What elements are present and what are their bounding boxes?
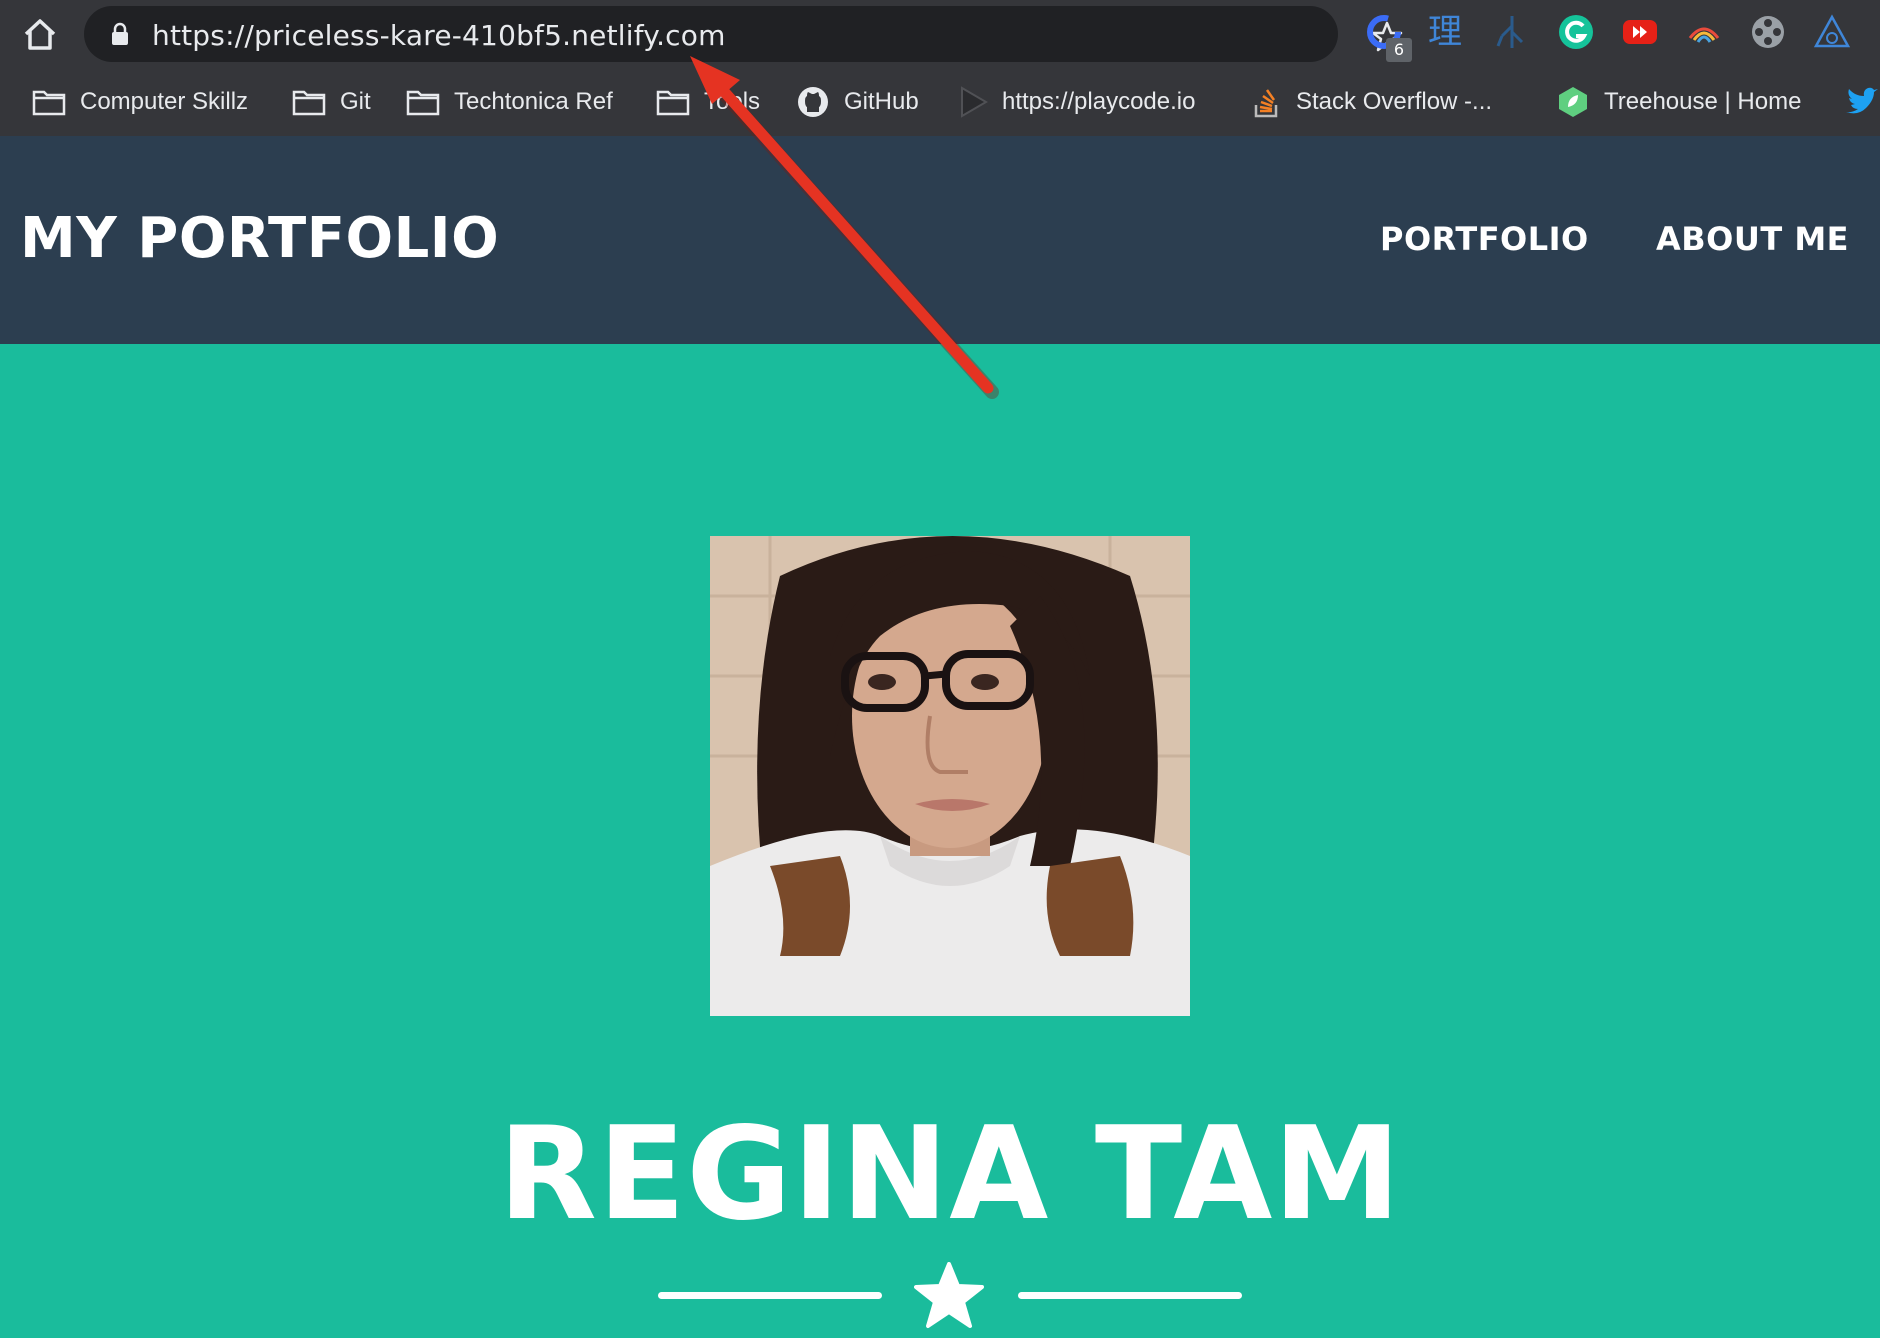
- home-icon[interactable]: [20, 16, 60, 52]
- site-navbar: MY PORTFOLIO PORTFOLIO ABOUT ME: [0, 136, 1880, 344]
- bookmark-label: https://playcode.io: [1002, 88, 1196, 115]
- youtube-icon[interactable]: [1620, 12, 1660, 52]
- nav-link-portfolio[interactable]: PORTFOLIO: [1380, 220, 1589, 258]
- folder-icon: [406, 90, 440, 116]
- stackoverflow-icon: [1254, 89, 1278, 118]
- nav-link-about-me[interactable]: ABOUT ME: [1656, 220, 1849, 258]
- bookmark-label: Git: [340, 88, 371, 115]
- divider-line-right: [1018, 1292, 1242, 1299]
- browser-toolbar: https://priceless-kare-410bf5.netlify.co…: [0, 0, 1880, 68]
- bookmarks-bar: Computer Skillz Git Techtonica Ref Tools…: [0, 68, 1880, 136]
- bookmark-tools[interactable]: Tools: [656, 82, 760, 122]
- grammarly-icon[interactable]: [1556, 12, 1596, 52]
- star-icon: [914, 1262, 984, 1330]
- folder-icon: [32, 90, 66, 116]
- bookmark-techtonica-ref[interactable]: Techtonica Ref: [406, 82, 613, 122]
- bookmark-label: Treehouse | Home: [1604, 88, 1802, 115]
- lock-icon: [110, 22, 130, 46]
- tree-icon[interactable]: [1492, 12, 1532, 52]
- address-bar[interactable]: https://priceless-kare-410bf5.netlify.co…: [84, 6, 1403, 62]
- treehouse-icon: [1559, 87, 1587, 117]
- triangle-icon[interactable]: [1812, 12, 1852, 52]
- twitter-icon: [1846, 87, 1878, 114]
- url-text[interactable]: https://priceless-kare-410bf5.netlify.co…: [152, 19, 726, 52]
- bookmark-label: Computer Skillz: [80, 88, 249, 115]
- github-icon: [798, 87, 828, 117]
- bookmark-playcode[interactable]: https://playcode.io: [958, 82, 1195, 122]
- bookmark-label: Tools: [704, 88, 761, 115]
- bookmark-computer-skillz[interactable]: Computer Skillz: [32, 82, 248, 122]
- bookmark-label: GitHub: [844, 88, 919, 115]
- bookmark-label: Techtonica Ref: [454, 88, 613, 115]
- divider-line-left: [658, 1292, 882, 1299]
- folder-icon: [292, 90, 326, 116]
- folder-icon: [656, 90, 690, 116]
- bookmark-stack-overflow[interactable]: Stack Overflow -...: [1252, 82, 1492, 122]
- masthead-name: REGINA TAM: [498, 1100, 1402, 1249]
- film-reel-icon[interactable]: [1748, 12, 1788, 52]
- rainbow-icon[interactable]: [1684, 12, 1724, 52]
- bookmark-github[interactable]: GitHub: [796, 82, 919, 122]
- bookmark-git[interactable]: Git: [292, 82, 371, 122]
- profile-photo: [710, 536, 1190, 1016]
- bookmark-label: Stack Overflow -...: [1296, 88, 1493, 115]
- dictionary-icon[interactable]: 理: [1428, 12, 1468, 52]
- bookmark-twitter[interactable]: [1844, 82, 1880, 122]
- site-brand-link[interactable]: MY PORTFOLIO: [20, 206, 499, 271]
- playcode-icon: [961, 86, 988, 118]
- bookmark-treehouse[interactable]: Treehouse | Home: [1556, 82, 1801, 122]
- extension-badge: 6: [1386, 38, 1412, 62]
- browser-chrome: https://priceless-kare-410bf5.netlify.co…: [0, 0, 1880, 136]
